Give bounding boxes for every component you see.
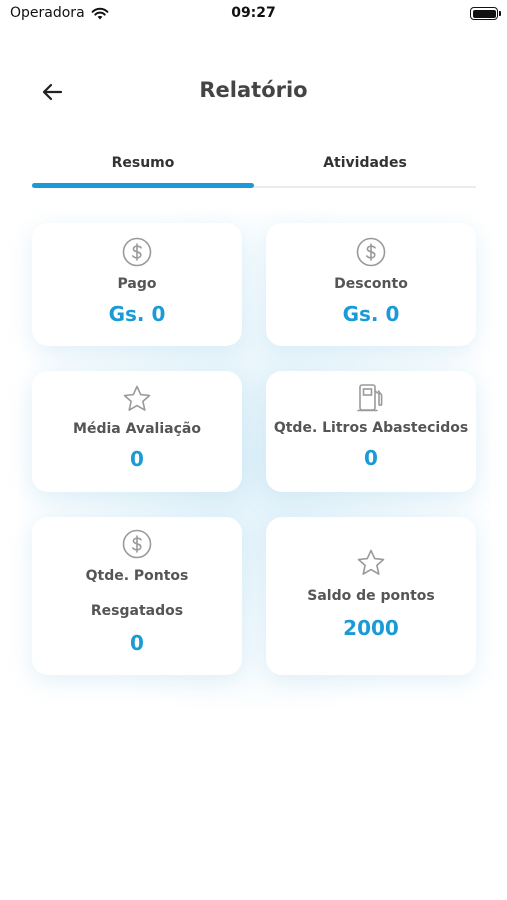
dollar-circle-icon bbox=[122, 529, 152, 559]
card-pontos-label-line1: Qtde. Pontos bbox=[85, 568, 189, 584]
card-saldo-label: Saldo de pontos bbox=[307, 588, 435, 604]
tab-resumo[interactable]: Resumo bbox=[32, 150, 254, 188]
card-pontos-resgatados: Qtde. Pontos Resgatados 0 bbox=[32, 517, 242, 675]
tab-atividades[interactable]: Atividades bbox=[254, 150, 476, 186]
star-icon bbox=[357, 549, 385, 575]
fuel-pump-icon bbox=[357, 384, 383, 412]
card-pago-value: Gs. 0 bbox=[108, 302, 166, 326]
card-litros-label: Qtde. Litros Abastecidos bbox=[273, 420, 469, 436]
battery-icon bbox=[470, 7, 501, 20]
card-desconto-value: Gs. 0 bbox=[342, 302, 400, 326]
dollar-circle-icon bbox=[122, 237, 152, 267]
card-pontos-value: 0 bbox=[130, 631, 144, 655]
card-media-avaliacao: Média Avaliação 0 bbox=[32, 371, 242, 492]
tab-bar: Resumo Atividades bbox=[32, 150, 476, 188]
card-desconto: Desconto Gs. 0 bbox=[266, 223, 476, 346]
card-litros: Qtde. Litros Abastecidos 0 bbox=[266, 371, 476, 492]
card-media-label: Média Avaliação bbox=[73, 421, 201, 437]
dollar-circle-icon bbox=[356, 237, 386, 267]
card-pago: Pago Gs. 0 bbox=[32, 223, 242, 346]
card-saldo-value: 2000 bbox=[343, 616, 399, 640]
card-pontos-label-line2: Resgatados bbox=[90, 603, 184, 619]
card-media-value: 0 bbox=[130, 447, 144, 471]
card-saldo-pontos: Saldo de pontos 2000 bbox=[266, 517, 476, 675]
card-desconto-label: Desconto bbox=[334, 276, 408, 292]
star-icon bbox=[123, 385, 151, 411]
status-time: 09:27 bbox=[231, 5, 276, 21]
card-litros-value: 0 bbox=[364, 446, 378, 470]
card-pago-label: Pago bbox=[117, 276, 157, 292]
status-bar: Operadora 09:27 bbox=[0, 0, 507, 28]
page-title: Relatório bbox=[199, 78, 308, 102]
